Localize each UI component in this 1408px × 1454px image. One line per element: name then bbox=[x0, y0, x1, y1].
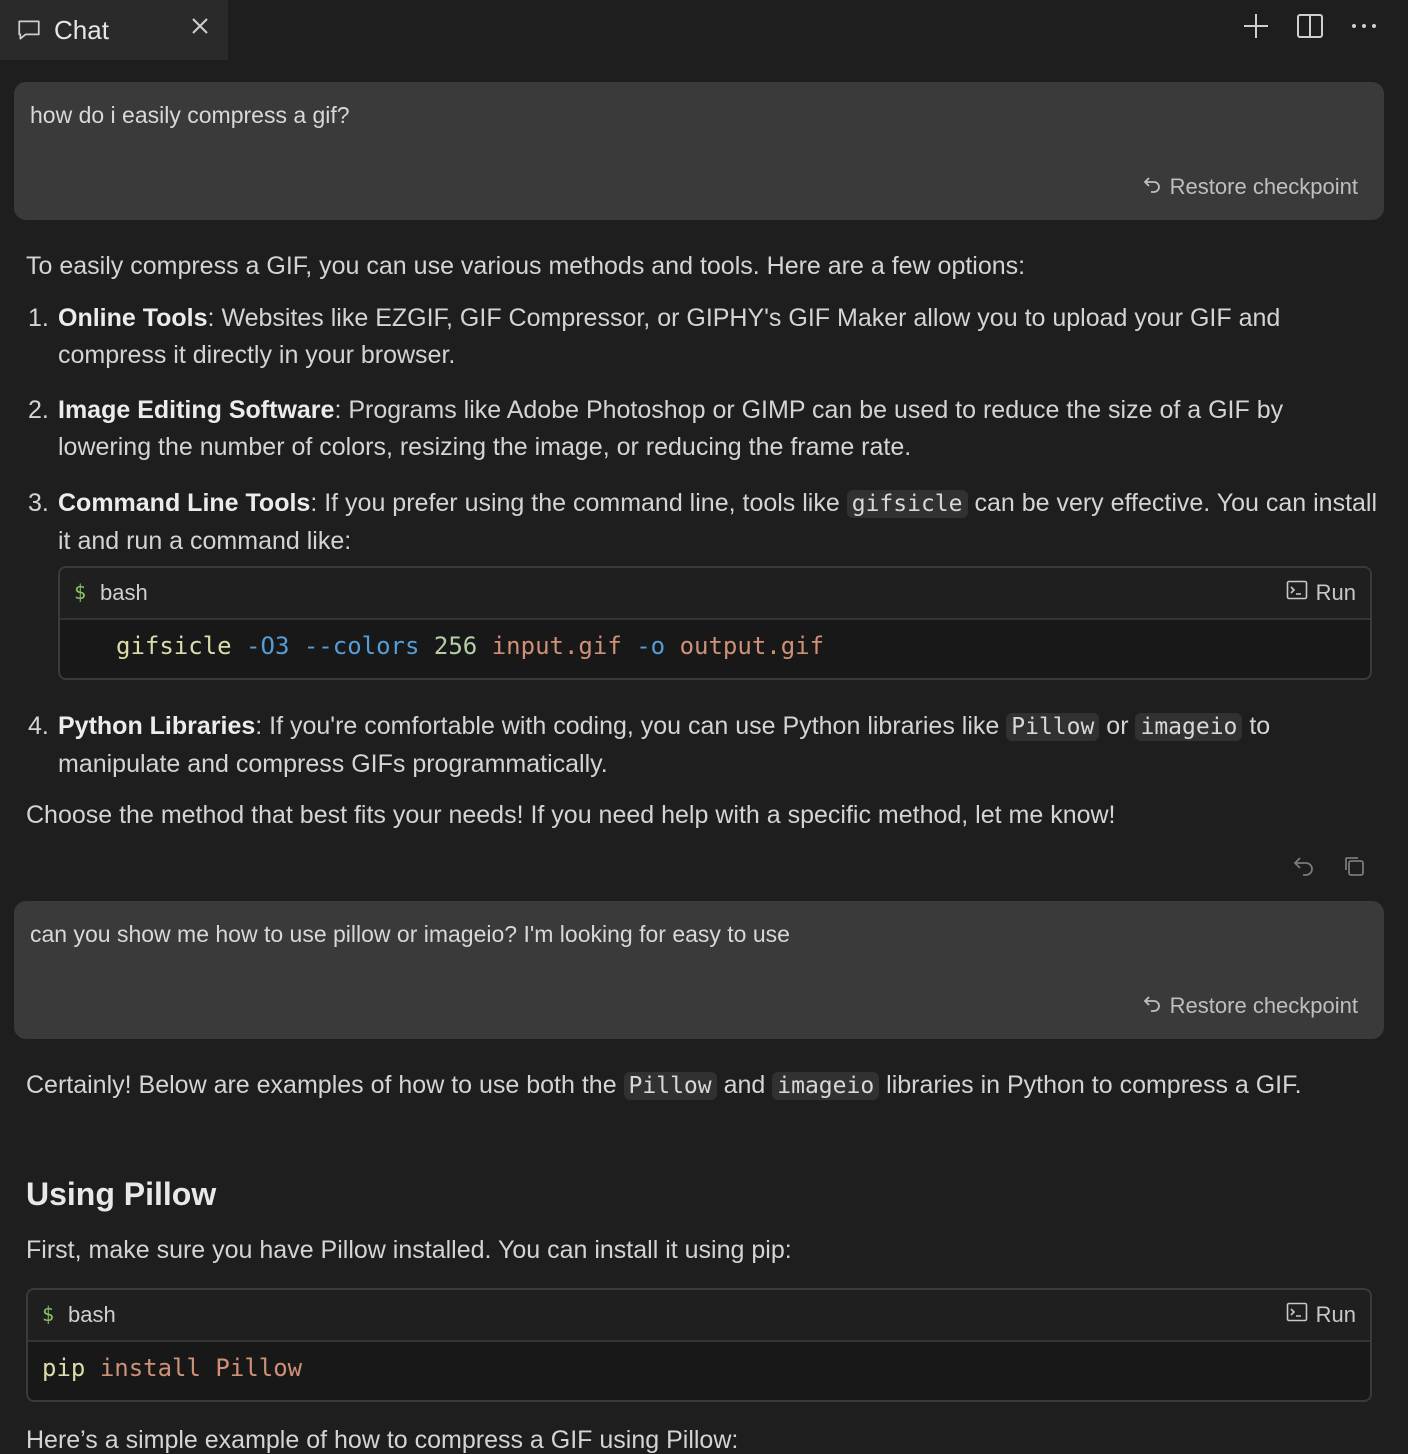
list-item: Online Tools: Websites like EZGIF, GIF C… bbox=[58, 300, 1378, 374]
code-line: pip install Pillow bbox=[42, 1354, 302, 1382]
split-editor-icon[interactable] bbox=[1294, 10, 1326, 42]
panel-actions bbox=[1240, 8, 1380, 44]
section-heading: Using Pillow bbox=[26, 1176, 217, 1212]
list-item-title: Online Tools bbox=[58, 304, 208, 332]
code-block-header: $ bash Run bbox=[60, 568, 1370, 620]
list-item-title: Image Editing Software bbox=[58, 396, 335, 424]
code-language: bash bbox=[68, 1302, 116, 1327]
list-number: 1. bbox=[28, 304, 49, 332]
list-number: 3. bbox=[28, 489, 49, 517]
restore-checkpoint-label: Restore checkpoint bbox=[1169, 993, 1358, 1018]
code-token: gifsicle bbox=[116, 632, 232, 660]
list-item: Command Line Tools: If you prefer using … bbox=[58, 485, 1378, 560]
undo-arrow-icon bbox=[1142, 174, 1162, 200]
code-token: -O3 bbox=[246, 632, 290, 660]
code-block: $ bash Run pip install Pillow bbox=[26, 1288, 1372, 1402]
list-item-title: Python Libraries bbox=[58, 712, 256, 740]
message-toolbar bbox=[1290, 852, 1368, 880]
code-block-header: $ bash Run bbox=[28, 1290, 1370, 1342]
inline-code: Pillow bbox=[1006, 713, 1100, 741]
assistant-paragraph: Here’s a simple example of how to compre… bbox=[26, 1426, 739, 1454]
inline-code: gifsicle bbox=[846, 490, 968, 518]
inline-code: imageio bbox=[772, 1072, 880, 1100]
code-token: --colors bbox=[303, 632, 420, 660]
code-token: output.gif bbox=[679, 632, 825, 660]
code-token: input.gif bbox=[491, 632, 622, 660]
new-chat-plus-icon[interactable] bbox=[1240, 10, 1272, 42]
code-token: install bbox=[99, 1354, 201, 1382]
run-button[interactable]: Run bbox=[1286, 579, 1356, 607]
restore-checkpoint-button[interactable]: Restore checkpoint bbox=[1142, 993, 1358, 1019]
terminal-dollar-icon: $ bbox=[74, 580, 87, 604]
inline-code: Pillow bbox=[623, 1072, 717, 1100]
list-item-text: : If you prefer using the command line, … bbox=[310, 489, 847, 517]
more-ellipsis-icon[interactable] bbox=[1348, 10, 1380, 42]
run-label: Run bbox=[1315, 1302, 1356, 1327]
terminal-icon bbox=[1286, 1301, 1308, 1329]
tab-chat[interactable]: Chat bbox=[0, 0, 228, 60]
assistant-outro: Choose the method that best fits your ne… bbox=[26, 801, 1116, 829]
code-block: $ bash Run gifsicle -O3 --colors 256 inp… bbox=[58, 566, 1372, 680]
user-message-text: can you show me how to use pillow or ima… bbox=[30, 921, 790, 947]
tab-bar: Chat bbox=[0, 0, 1408, 60]
copy-icon[interactable] bbox=[1340, 852, 1368, 880]
tab-label: Chat bbox=[54, 14, 109, 45]
chat-panel: Chat how do i easily compress a gif? Res… bbox=[0, 0, 1408, 1454]
code-line: gifsicle -O3 --colors 256 input.gif -o o… bbox=[116, 632, 824, 660]
list-item-text: : If you're comfortable with coding, you… bbox=[255, 712, 1007, 740]
code-token: pip bbox=[42, 1354, 86, 1382]
list-number: 4. bbox=[28, 712, 49, 740]
restore-checkpoint-label: Restore checkpoint bbox=[1169, 174, 1358, 199]
inline-code: imageio bbox=[1135, 713, 1243, 741]
list-item-text: : Websites like EZGIF, GIF Compressor, o… bbox=[58, 304, 1281, 369]
undo-arrow-icon bbox=[1142, 993, 1162, 1019]
assistant-paragraph: Certainly! Below are examples of how to … bbox=[26, 1067, 1376, 1105]
code-token: 256 bbox=[433, 632, 478, 660]
run-label: Run bbox=[1315, 580, 1356, 605]
list-item-title: Command Line Tools bbox=[58, 489, 311, 517]
user-message: how do i easily compress a gif? Restore … bbox=[14, 82, 1384, 220]
list-item: Python Libraries: If you're comfortable … bbox=[58, 708, 1378, 783]
code-token: Pillow bbox=[215, 1354, 303, 1382]
user-message: can you show me how to use pillow or ima… bbox=[14, 901, 1384, 1039]
terminal-icon bbox=[1286, 579, 1308, 607]
code-language: bash bbox=[100, 580, 148, 605]
assistant-intro: To easily compress a GIF, you can use va… bbox=[26, 252, 1026, 280]
paragraph-text: Certainly! Below are examples of how to … bbox=[26, 1071, 624, 1099]
list-item-text: or bbox=[1099, 712, 1136, 740]
chat-bubble-icon bbox=[16, 17, 42, 43]
close-icon[interactable] bbox=[186, 12, 214, 40]
paragraph-text: libraries in Python to compress a GIF. bbox=[879, 1071, 1302, 1099]
retry-arrow-icon[interactable] bbox=[1290, 852, 1318, 880]
list-item: Image Editing Software: Programs like Ad… bbox=[58, 392, 1378, 466]
list-number: 2. bbox=[28, 396, 49, 424]
restore-checkpoint-button[interactable]: Restore checkpoint bbox=[1142, 174, 1358, 200]
assistant-paragraph: First, make sure you have Pillow install… bbox=[26, 1236, 792, 1264]
run-button[interactable]: Run bbox=[1286, 1301, 1356, 1329]
paragraph-text: and bbox=[716, 1071, 773, 1099]
code-token: -o bbox=[636, 632, 666, 660]
terminal-dollar-icon: $ bbox=[42, 1302, 55, 1326]
user-message-text: how do i easily compress a gif? bbox=[30, 102, 350, 128]
